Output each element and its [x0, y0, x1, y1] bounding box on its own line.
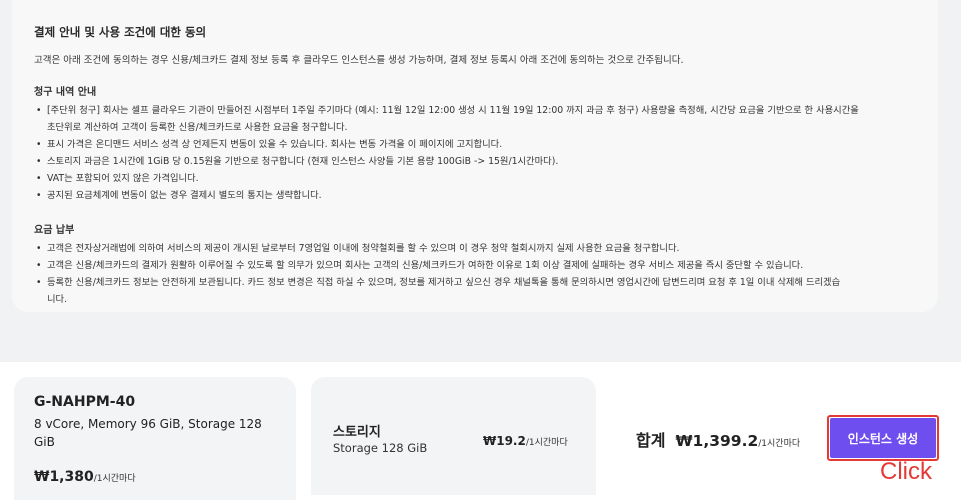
- billing-list: [주단위 청구] 회사는 셀프 클라우드 기관이 만들어진 시점부터 1주일 주…: [34, 102, 918, 204]
- payment-item-continued: 니다.: [47, 294, 68, 305]
- billing-item: VAT는 포함되어 있지 않은 가격입니다.: [34, 170, 918, 187]
- storage-price: ₩19.2/1시간마다: [483, 430, 568, 449]
- storage-card: 스토리지 Storage 128 GiB ₩19.2/1시간마다: [311, 377, 596, 495]
- payment-section-title: 요금 납부: [34, 225, 75, 236]
- storage-price-amount: ₩19.2: [483, 434, 526, 448]
- terms-intro: 고객은 아래 조건에 동의하는 경우 신용/체크카드 결제 정보 등록 후 클라…: [34, 55, 684, 66]
- terms-title: 결제 안내 및 사용 조건에 대한 동의: [34, 25, 207, 39]
- total-label: 합계: [636, 431, 666, 450]
- terms-card: 결제 안내 및 사용 조건에 대한 동의 고객은 아래 조건에 동의하는 경우 …: [12, 0, 938, 312]
- total-unit: /1시간마다: [758, 439, 801, 449]
- billing-item: 표시 가격은 온디맨드 서비스 성격 상 언제든지 변동이 있을 수 있습니다.…: [34, 136, 918, 153]
- sku-price: ₩1,380/1시간마다: [34, 466, 276, 485]
- sku-spec: 8 vCore, Memory 96 GiB, Storage 128 GiB: [34, 417, 262, 449]
- sku-price-amount: ₩1,380: [34, 469, 94, 485]
- sku-name: G-NAHPM-40: [34, 394, 136, 410]
- storage-size: Storage 128 GiB: [333, 441, 428, 455]
- payment-item: 고객은 신용/체크카드의 결제가 원활하 이루어질 수 있도록 할 의무가 있으…: [34, 257, 918, 274]
- sku-price-unit: /1시간마다: [93, 474, 136, 484]
- billing-item-continued: 초단위로 계산하여 고객이 등록한 신용/체크카드로 사용한 요금을 청구합니다…: [47, 122, 348, 133]
- storage-title: 스토리지: [333, 425, 381, 440]
- total-amount: ₩1,399.2: [675, 432, 759, 450]
- create-instance-button-label[interactable]: 인스턴스 생성: [830, 418, 936, 458]
- create-instance-button[interactable]: 인스턴스 생성: [827, 415, 939, 461]
- billing-item: 공지된 요금체계에 변동이 없는 경우 결제시 별도의 통지는 생략합니다.: [34, 187, 918, 204]
- billing-item: 스토리지 과금은 1시간에 1GiB 당 0.15원을 기반으로 청구합니다 (…: [34, 153, 918, 170]
- billing-section-title: 청구 내역 안내: [34, 87, 97, 98]
- storage-price-unit: /1시간마다: [525, 438, 568, 448]
- total-price: 합계 ₩1,399.2/1시간마다: [636, 427, 800, 451]
- click-annotation: Click: [880, 458, 932, 485]
- payment-item: 등록한 신용/체크카드 정보는 안전하게 보관됩니다. 카드 정보 변경은 직접…: [34, 274, 918, 291]
- billing-item: [주단위 청구] 회사는 셀프 클라우드 기관이 만들어진 시점부터 1주일 주…: [34, 102, 918, 119]
- sku-card: G-NAHPM-40 8 vCore, Memory 96 GiB, Stora…: [14, 377, 296, 500]
- payment-list: 고객은 전자상거래법에 의하여 서비스의 제공이 개시된 날로부터 7영업일 이…: [34, 240, 918, 308]
- payment-item: 고객은 전자상거래법에 의하여 서비스의 제공이 개시된 날로부터 7영업일 이…: [34, 240, 918, 257]
